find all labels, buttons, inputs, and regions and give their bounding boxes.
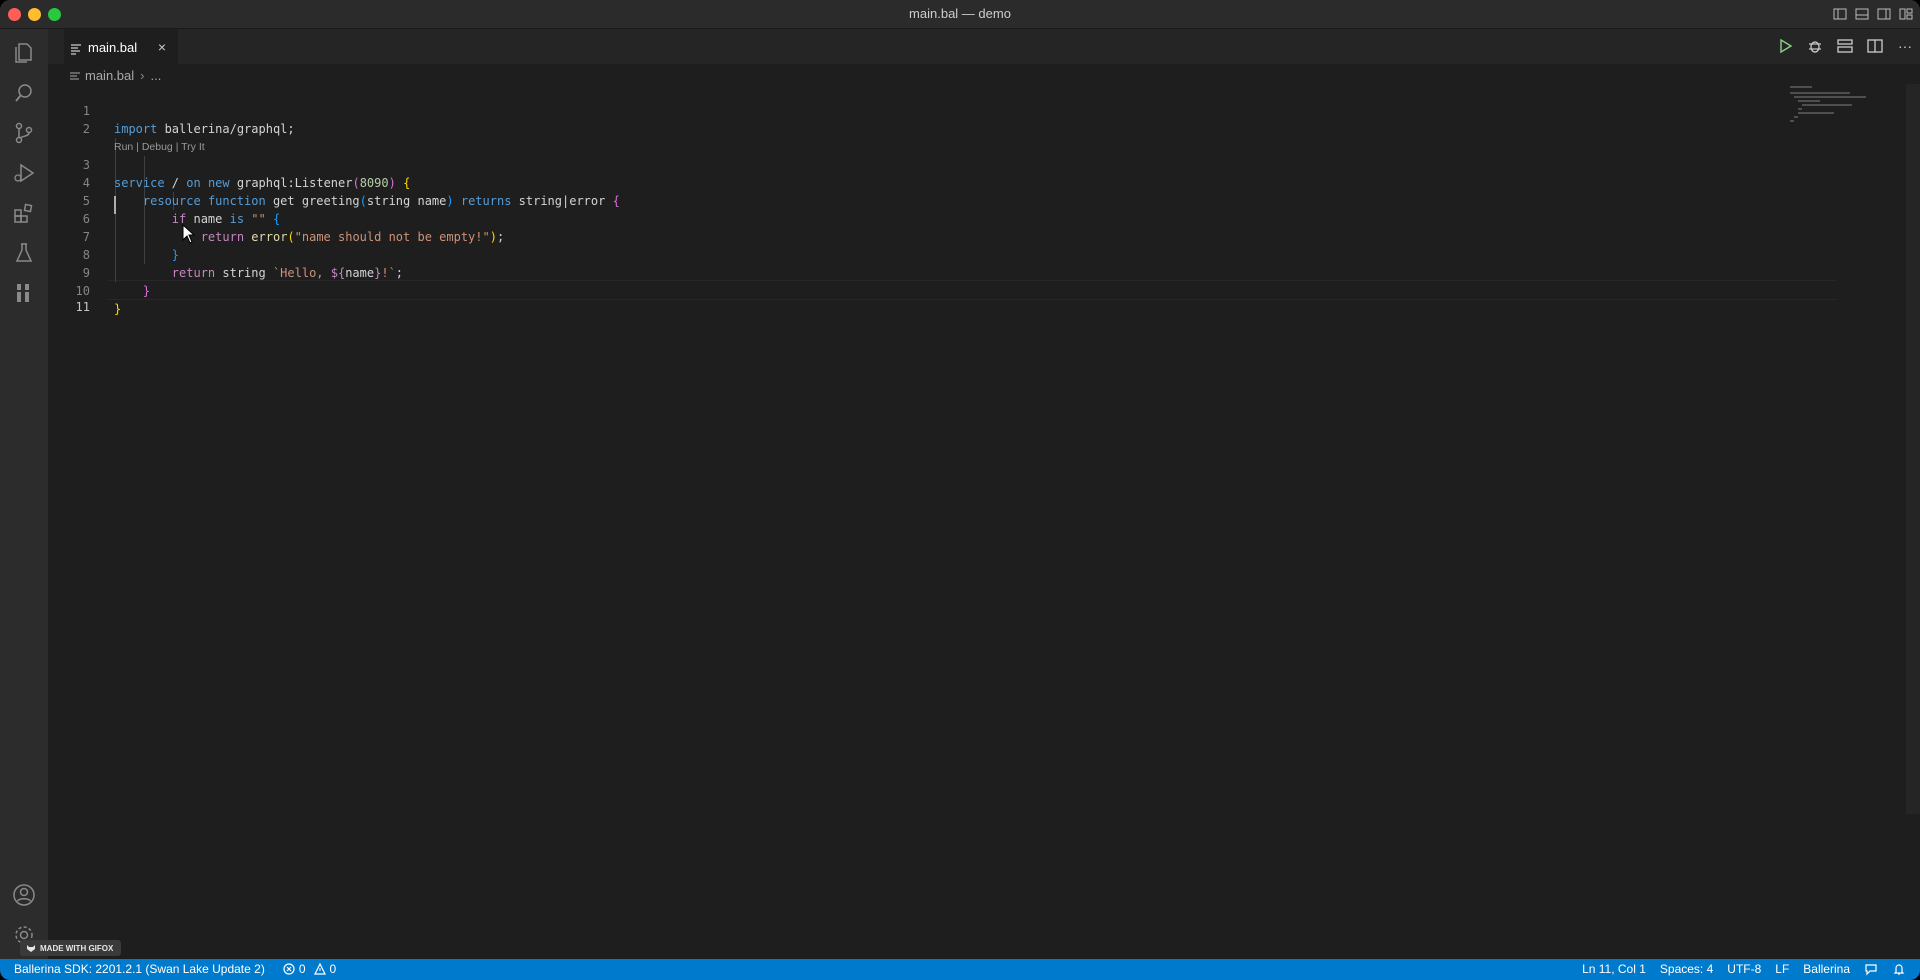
breadcrumb: main.bal › ... [70, 66, 161, 84]
error-count: 0 [298, 962, 306, 976]
codelens: Run | Debug | Try It [114, 141, 205, 153]
code-line-5: if name is "" { [171, 212, 281, 226]
code-line-10: } [114, 302, 122, 316]
code-line-1: import ballerina/graphql; [114, 122, 295, 136]
feedback-icon[interactable] [1864, 962, 1878, 976]
testing-icon[interactable] [12, 241, 36, 265]
ballerina-icon[interactable] [12, 281, 36, 305]
indentation-status[interactable]: Spaces: 4 [1660, 962, 1713, 976]
search-icon[interactable] [12, 81, 36, 105]
warning-count: 0 [329, 962, 337, 976]
cursor-position-status[interactable]: Ln 11, Col 1 [1582, 962, 1646, 976]
files-icon[interactable] [12, 41, 36, 65]
error-icon [283, 963, 295, 975]
extensions-icon[interactable] [12, 201, 36, 225]
toggle-secondary-sidebar-icon[interactable] [1876, 6, 1892, 22]
code-line-4: resource function get greeting(string na… [142, 194, 620, 208]
activity-bar [0, 29, 48, 959]
fox-icon [26, 943, 36, 953]
warning-icon [313, 962, 326, 975]
tab-label: main.bal [88, 40, 138, 55]
codelens-debug[interactable]: Debug [142, 141, 173, 153]
code-editor[interactable]: 1 import ballerina/graphql; 2 Run | Debu… [48, 84, 1920, 959]
eol-status[interactable]: LF [1775, 962, 1789, 976]
customize-layout-icon[interactable] [1898, 6, 1914, 22]
split-editor-icon[interactable] [1866, 37, 1884, 55]
code-line-6: return error("name should not be empty!"… [200, 230, 505, 244]
vscode-window: main.bal — demo main.bal × ··· main.bal … [0, 0, 1920, 980]
breadcrumb-file[interactable]: main.bal [85, 68, 134, 83]
line-number: 11 [75, 300, 90, 314]
window-title: main.bal — demo [909, 6, 1011, 21]
file-lines-icon [70, 70, 80, 80]
mouse-pointer-icon [182, 223, 196, 244]
codelens-try-it[interactable]: Try It [181, 141, 205, 153]
tab-main-bal[interactable]: main.bal × [64, 29, 178, 65]
code-line-9: } [142, 284, 151, 298]
current-line-highlight [108, 280, 1836, 300]
file-lines-icon [70, 42, 82, 55]
chevron-right-icon: › [140, 67, 145, 83]
more-icon[interactable]: ··· [1896, 37, 1914, 55]
vertical-scrollbar[interactable] [1906, 84, 1920, 814]
toggle-panel-icon[interactable] [1854, 6, 1870, 22]
ballerina-sdk-status[interactable]: Ballerina SDK: 2201.2.1 (Swan Lake Updat… [14, 962, 265, 976]
play-icon[interactable] [1776, 37, 1794, 55]
encoding-status[interactable]: UTF-8 [1727, 962, 1761, 976]
layout-icon[interactable] [1836, 37, 1854, 55]
run-debug-icon[interactable] [12, 161, 36, 185]
account-icon[interactable] [12, 883, 36, 907]
code-line-8: return string `Hello, ${name}!`; [171, 266, 404, 280]
breadcrumb-symbols[interactable]: ... [150, 68, 161, 83]
text-caret [114, 196, 116, 214]
language-mode-status[interactable]: Ballerina [1803, 962, 1850, 976]
problems-status[interactable]: 0 0 [283, 962, 336, 976]
close-icon[interactable]: × [154, 39, 170, 55]
code-line-3: service / on new graphql:Listener(8090) … [114, 176, 411, 190]
code-line-7: } [171, 248, 180, 262]
gifox-watermark: MADE WITH GIFOX [20, 940, 122, 956]
editor-tab-bar: main.bal × ··· [48, 29, 1920, 65]
title-bar: main.bal — demo [0, 0, 1920, 29]
status-bar: Ballerina SDK: 2201.2.1 (Swan Lake Updat… [0, 959, 1920, 980]
codelens-run[interactable]: Run [114, 141, 133, 153]
minimap[interactable] [1790, 84, 1920, 959]
toggle-primary-sidebar-icon[interactable] [1832, 6, 1848, 22]
source-control-icon[interactable] [12, 121, 36, 145]
bell-icon[interactable] [1892, 962, 1906, 976]
debug-icon[interactable] [1806, 37, 1824, 55]
gifox-text: MADE WITH GIFOX [40, 943, 114, 953]
